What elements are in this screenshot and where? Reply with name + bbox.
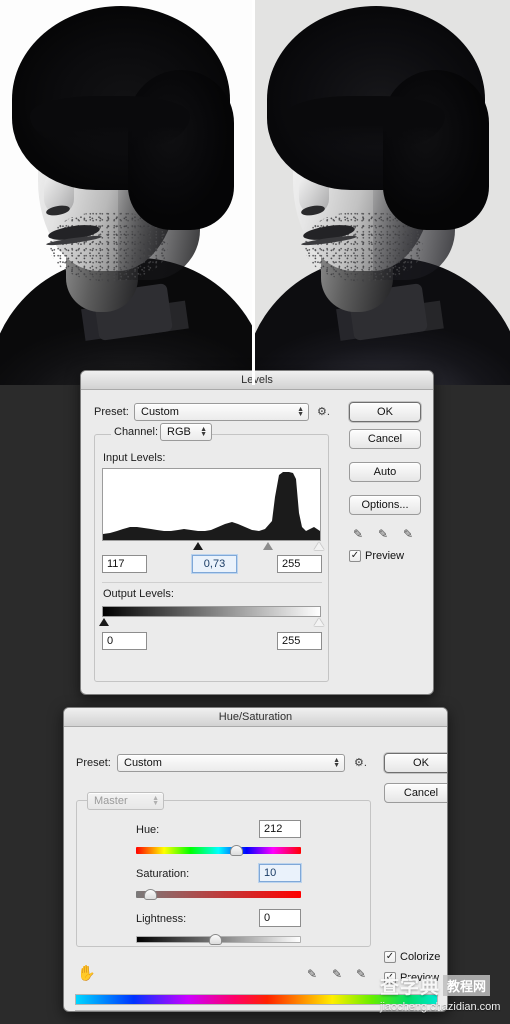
preset-value: Custom [141,406,179,418]
options-button[interactable]: Options... [349,495,421,515]
input-midtone-field[interactable]: 0,73 [192,555,237,573]
output-levels-ramp[interactable] [102,606,321,617]
colorize-checkbox[interactable]: ✓ [384,951,396,963]
input-highlight-marker[interactable] [314,542,324,550]
photo-before [0,0,255,385]
output-white-value: 255 [282,635,301,647]
chevron-updown-icon: ▲ ▼ [297,406,304,418]
chevron-updown-icon: ▲ ▼ [333,757,340,769]
output-levels-label: Output Levels: [103,588,174,600]
photo-after [255,0,510,385]
colorize-label: Colorize [400,951,441,963]
saturation-slider-track[interactable] [136,891,301,898]
lightness-label: Lightness: [136,913,187,925]
lightness-field[interactable]: 0 [259,909,301,927]
photo-fringe [30,96,190,148]
add-to-sample-eyedropper[interactable]: ✎ [332,967,342,981]
lightness-value: 0 [264,912,271,924]
hs-cancel-button-label: Cancel [403,787,439,799]
histogram-area [103,472,320,540]
hs-range-dropdown[interactable]: Master ▲ ▼ [87,792,164,810]
input-shadow-marker[interactable] [193,542,203,550]
input-midtone-value: 0,73 [203,558,226,570]
hs-preset-label: Preset: [76,757,111,769]
output-white-marker[interactable] [314,618,324,626]
preview-label: Preview [365,550,405,562]
ok-button[interactable]: OK [349,402,421,422]
hue-saturation-title: Hue/Saturation [218,711,293,723]
hue-label: Hue: [136,824,160,836]
hue-slider-knob[interactable] [230,845,243,856]
sample-eyedropper[interactable]: ✎ [307,967,317,981]
channel-dropdown[interactable]: RGB ▲ ▼ [160,423,212,441]
photo-comparison [0,0,510,385]
levels-titlebar[interactable]: Levels [81,371,433,390]
levels-title: Levels [241,374,273,386]
watermark: 查字典 教程网 jiaocheng.chazidian.com [380,972,500,1013]
preset-dropdown[interactable]: Custom ▲ ▼ [134,403,309,421]
gear-icon[interactable]: ⚙. [354,756,367,769]
input-shadow-field[interactable]: 117 [102,555,147,573]
hue-value: 212 [264,823,283,835]
preview-checkbox-row[interactable]: ✓ Preview [349,550,404,562]
output-black-field[interactable]: 0 [102,632,147,650]
watermark-cn-text: 查字典 [380,977,441,998]
hs-ok-button[interactable]: OK [384,753,447,773]
hue-saturation-titlebar[interactable]: Hue/Saturation [64,708,447,727]
ok-button-label: OK [377,406,393,418]
histogram-plot [103,472,320,540]
screenshot-root: Levels Preset: Custom ▲ ▼ ⚙. Channel: RGB… [0,0,510,1024]
hs-range-value: Master [94,795,128,807]
input-highlight-field[interactable]: 255 [277,555,322,573]
auto-button[interactable]: Auto [349,462,421,482]
hs-preset-dropdown[interactable]: Custom ▲ ▼ [117,754,345,772]
input-levels-label: Input Levels: [103,452,166,464]
preset-label: Preset: [94,406,129,418]
gear-icon[interactable]: ⚙. [317,405,330,418]
levels-divider [102,582,322,583]
hs-preset-value: Custom [124,757,162,769]
histogram[interactable] [102,468,321,541]
input-shadow-value: 117 [107,558,125,570]
gray-point-eyedropper[interactable]: ✎ [378,527,388,541]
chevron-updown-icon: ▲ ▼ [152,795,159,807]
cancel-button-label: Cancel [367,433,403,445]
saturation-slider-knob[interactable] [144,889,157,900]
output-white-field[interactable]: 255 [277,632,322,650]
hue-slider-track[interactable] [136,847,301,854]
input-midtone-marker[interactable] [263,542,273,550]
watermark-badge: 教程网 [443,975,491,996]
output-black-value: 0 [107,635,114,647]
photo-fringe [285,96,445,148]
photo-divider [252,0,255,385]
photo-hair-side [383,70,489,230]
colorize-checkbox-row[interactable]: ✓ Colorize [384,951,440,963]
watermark-url: jiaocheng.chazidian.com [380,1001,501,1013]
lightness-slider-knob[interactable] [209,934,222,945]
hs-ok-button-label: OK [413,757,429,769]
hs-groupbox [76,800,371,947]
hue-field[interactable]: 212 [259,820,301,838]
options-button-label: Options... [361,499,409,511]
black-point-eyedropper[interactable]: ✎ [353,527,363,541]
white-point-eyedropper[interactable]: ✎ [403,527,413,541]
photo-hair-side [128,70,234,230]
channel-value: RGB [167,426,191,438]
cancel-button[interactable]: Cancel [349,429,421,449]
auto-button-label: Auto [373,466,397,478]
saturation-value: 10 [264,867,277,879]
subtract-from-sample-eyedropper[interactable]: ✎ [356,967,366,981]
output-black-marker[interactable] [99,618,109,626]
levels-dialog: Levels Preset: Custom ▲ ▼ ⚙. Channel: RGB… [80,370,434,695]
preview-checkbox[interactable]: ✓ [349,550,361,562]
hs-cancel-button[interactable]: Cancel [384,783,447,803]
on-image-adjust-hand-icon[interactable]: ✋ [77,964,96,982]
saturation-field[interactable]: 10 [259,864,301,882]
hue-saturation-dialog: Hue/Saturation Preset: Custom ▲ ▼ ⚙. OK C… [63,707,448,1012]
channel-label: Channel: [111,426,162,438]
input-highlight-value: 255 [282,558,301,570]
saturation-label: Saturation: [136,868,190,880]
chevron-updown-icon: ▲ ▼ [200,426,207,438]
